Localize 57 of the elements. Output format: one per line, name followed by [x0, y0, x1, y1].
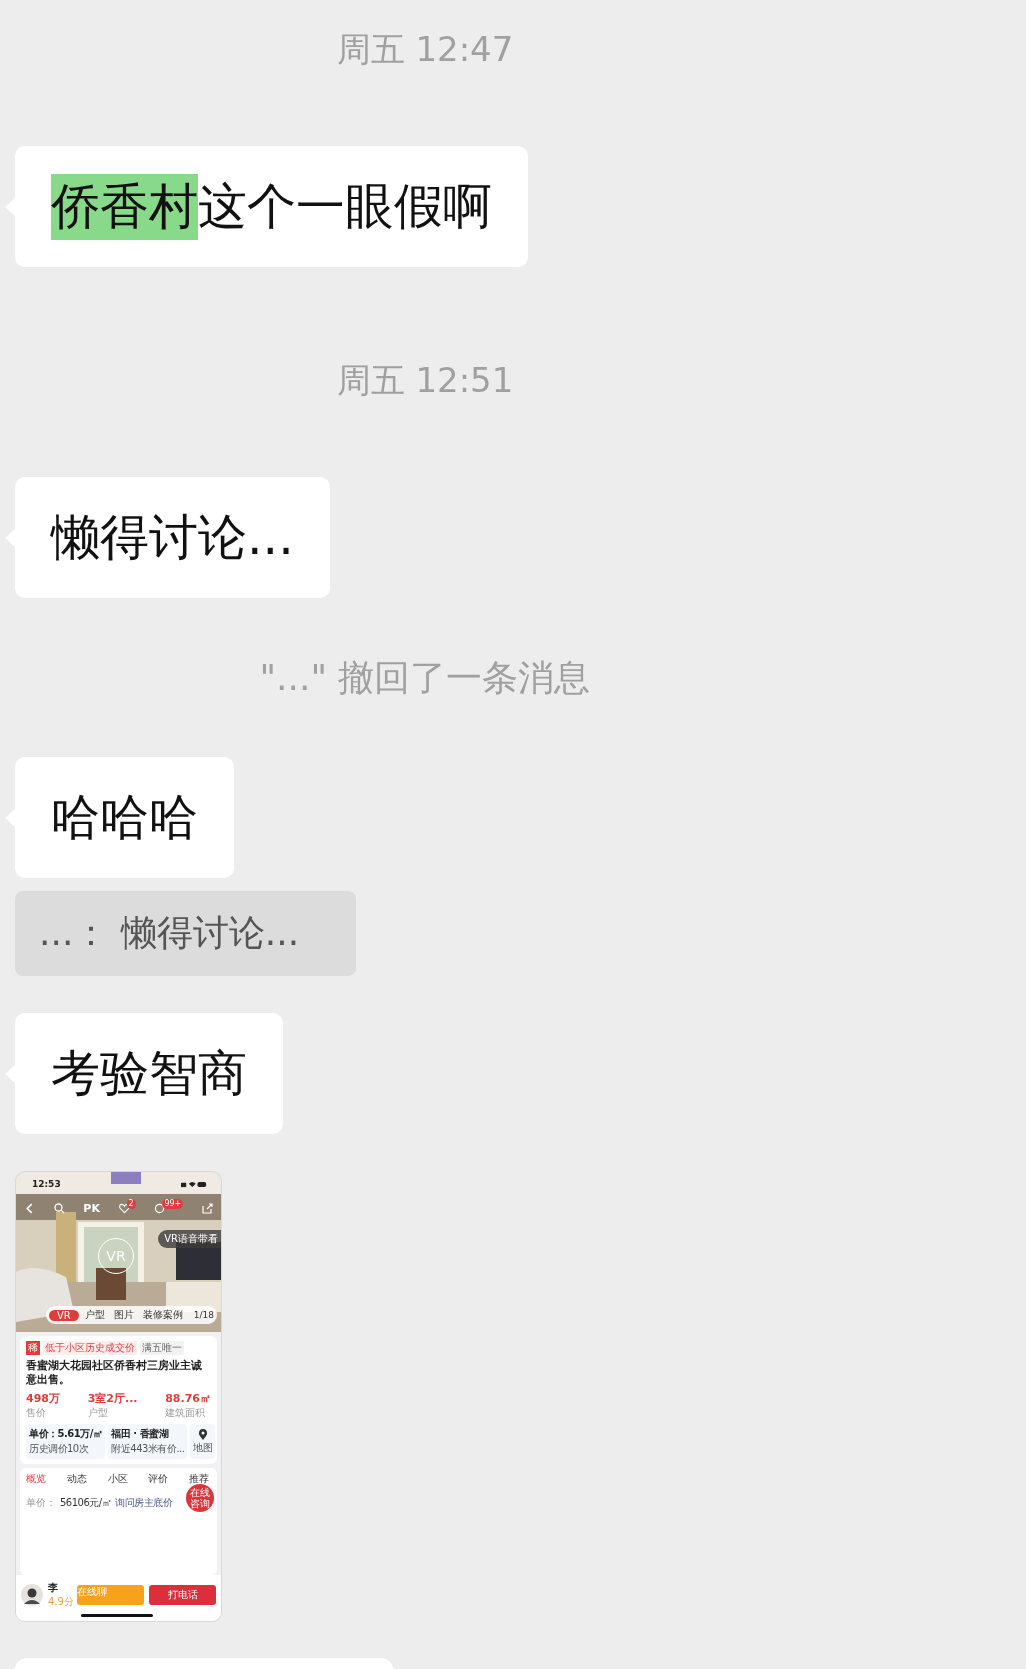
message-bubble: 懒得讨论... — [15, 477, 330, 598]
call-button[interactable]: 打电话 — [149, 1585, 216, 1605]
voice-tour-button[interactable]: VR语音带看 — [158, 1230, 221, 1248]
section-tab[interactable]: 概览 — [26, 1472, 46, 1486]
media-tab[interactable]: 户型 — [81, 1308, 108, 1322]
info-box[interactable]: 单价：5.61万/㎡ 历史调价10次 — [26, 1424, 106, 1459]
stat-value: 498万 — [26, 1391, 60, 1406]
stat-value: 88.76㎡ — [165, 1391, 211, 1406]
agent-rating: 4.9分 — [48, 1595, 72, 1609]
photo-count: 1/18 — [193, 1310, 214, 1320]
listing-tag: 低于小区历史成交价 — [43, 1341, 137, 1355]
info-title: 福田 · 香蜜湖 — [111, 1427, 170, 1441]
message-bubble: 考验智商 — [15, 1013, 283, 1134]
home-indicator — [81, 1614, 153, 1617]
stat-label: 售价 — [26, 1406, 47, 1420]
info-detail: 附近443米有价... — [111, 1442, 185, 1456]
avatar — [21, 1584, 43, 1606]
ask-price-link[interactable]: 询问房主底价 — [115, 1496, 173, 1510]
info-title: 单价：5.61万/㎡ — [29, 1427, 103, 1441]
map-pin-icon — [197, 1428, 208, 1440]
listing-tag: 稀 — [26, 1341, 40, 1355]
section-tab[interactable]: 小区 — [107, 1472, 128, 1486]
price-label: 单价： — [26, 1496, 56, 1510]
info-box[interactable]: 福田 · 香蜜湖 附近443米有价... — [108, 1424, 188, 1459]
timestamp: 周五 12:47 — [335, 29, 515, 69]
compare-button[interactable]: PK — [83, 1202, 100, 1215]
stat-value: 3室2厅... — [87, 1391, 138, 1406]
listing-title: 香蜜湖大花园社区侨香村三房业主诚意出售。 — [26, 1359, 203, 1387]
recall-notice: "..." 撤回了一条消息 — [258, 658, 592, 698]
share-icon — [201, 1203, 213, 1214]
section-tab[interactable]: 评价 — [148, 1472, 169, 1486]
quoted-message: ...： 懒得讨论... — [15, 891, 356, 976]
section-tab[interactable]: 动态 — [66, 1472, 87, 1486]
listing-screenshot[interactable] — [15, 1171, 222, 1622]
media-tab[interactable]: VR — [49, 1309, 79, 1321]
chat-bubble-icon — [154, 1203, 166, 1214]
media-tab[interactable]: 图片 — [110, 1308, 137, 1322]
timestamp: 周五 12:51 — [335, 360, 515, 400]
listing-tag: 满五唯一 — [140, 1341, 184, 1355]
message-bubble: 哈哈哈 — [15, 757, 234, 878]
status-time: 12:53 — [32, 1179, 61, 1189]
stat-label: 建筑面积 — [165, 1406, 207, 1420]
stat-label: 户型 — [87, 1406, 109, 1420]
search-icon — [53, 1203, 65, 1214]
section-tab[interactable]: 推荐 — [189, 1472, 209, 1486]
back-icon — [24, 1203, 35, 1214]
status-icons — [181, 1179, 207, 1189]
map-button[interactable]: 地图 — [190, 1424, 216, 1459]
message-bubble: 侨香村这个一眼假啊 — [15, 146, 528, 267]
info-detail: 历史调价10次 — [29, 1442, 90, 1456]
count-badge: 2 — [126, 1199, 136, 1209]
heart-icon — [118, 1203, 130, 1214]
media-tab[interactable]: 装修案例 — [139, 1308, 186, 1322]
agent-name: 李 — [48, 1581, 59, 1595]
count-badge: 99+ — [162, 1199, 184, 1209]
consult-button[interactable]: 在线咨询 — [186, 1484, 214, 1512]
price-value: 56106元/㎡ — [60, 1496, 112, 1510]
